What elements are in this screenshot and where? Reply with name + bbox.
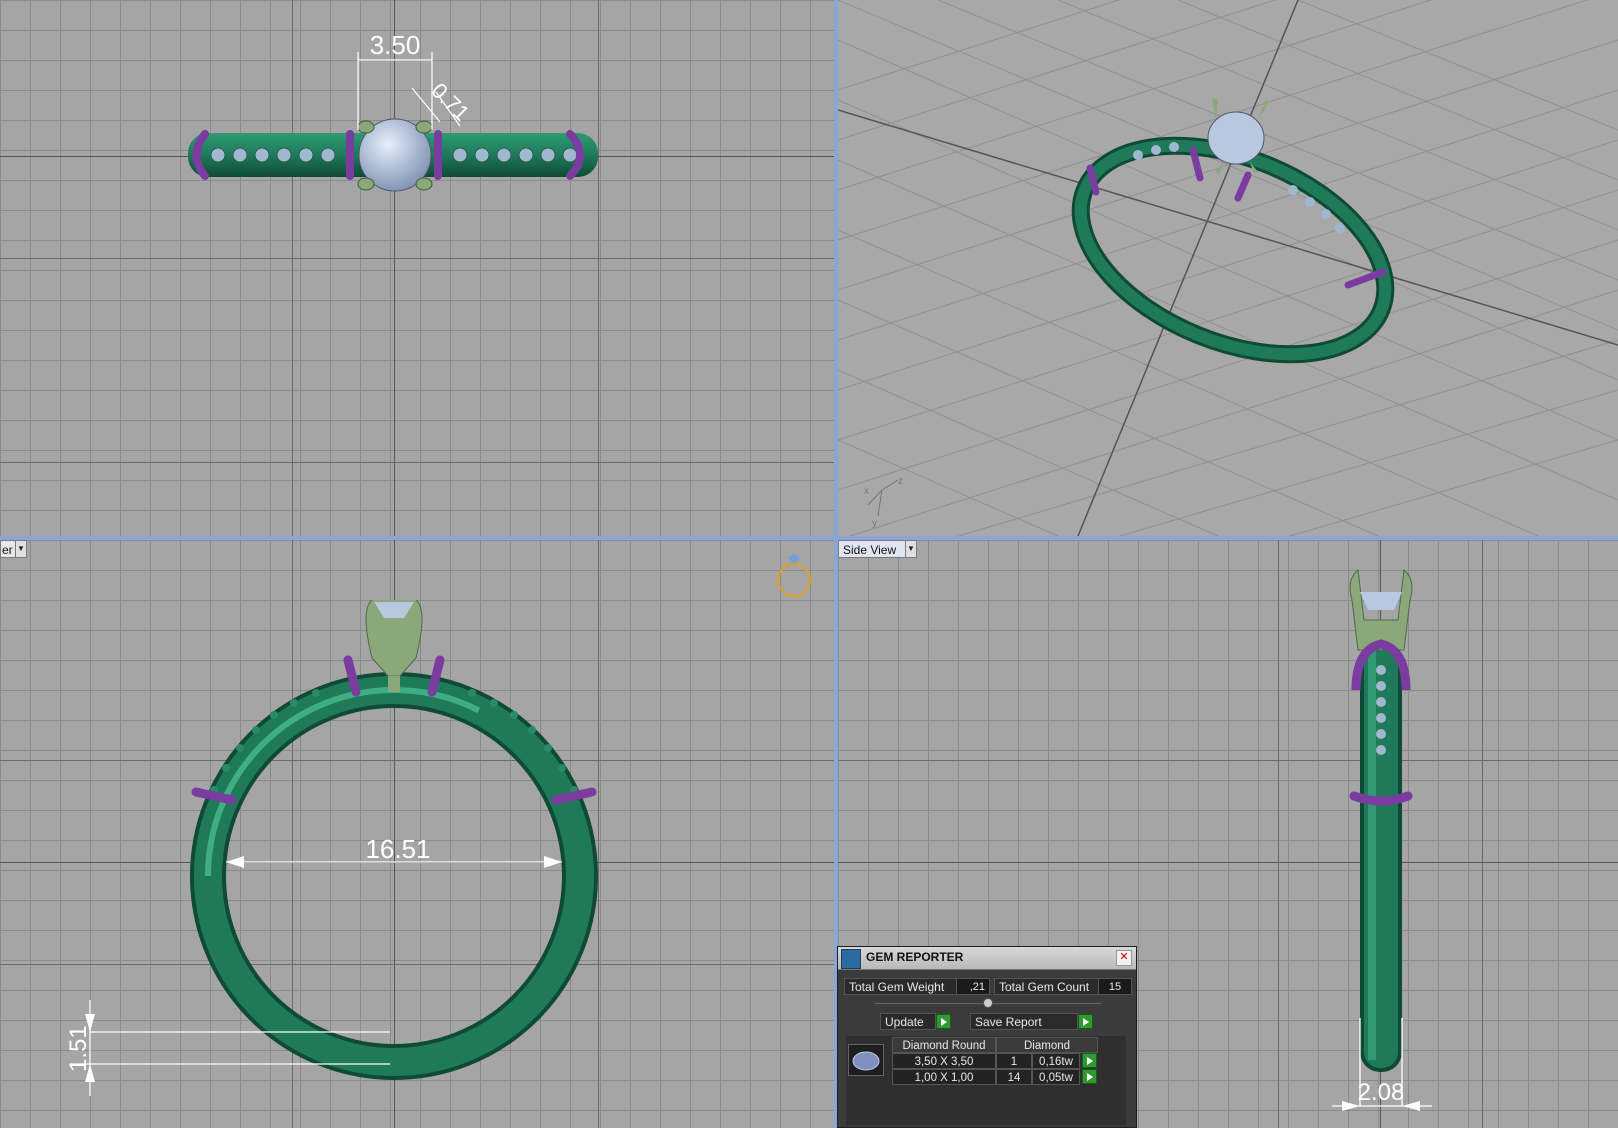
dim-band-thickness-label: 1.51: [65, 1025, 92, 1072]
viewport-front[interactable]: er ▼ 16.51 1.51: [0, 540, 834, 1128]
total-count-label: Total Gem Count: [994, 978, 1100, 995]
gem-reporter-titlebar[interactable]: GEM REPORTER ✕: [838, 947, 1136, 970]
axis-y-label: y: [872, 518, 877, 529]
viewport-top[interactable]: 3.50 0.71: [0, 0, 834, 536]
table-row-count: 1: [996, 1053, 1032, 1069]
save-report-button[interactable]: Save Report: [970, 1013, 1078, 1030]
diamond-round-thumbnail: [848, 1044, 884, 1076]
table-row-size: 3,50 X 3,50: [892, 1053, 996, 1069]
gem-reporter-panel: GEM REPORTER ✕ Total Gem Weight ,21 Tota…: [837, 946, 1137, 1128]
update-button[interactable]: Update: [880, 1013, 936, 1030]
gem-reporter-icon: [841, 949, 861, 969]
save-report-run-icon[interactable]: [1078, 1014, 1093, 1029]
dim-width-label: 3.50: [370, 30, 421, 60]
update-run-icon[interactable]: [936, 1014, 951, 1029]
axis-x-label: x: [864, 486, 869, 497]
dim-inner-diameter-label: 16.51: [365, 834, 430, 864]
axis-z-label: z: [898, 476, 903, 487]
table-row-size: 1,00 X 1,00: [892, 1069, 996, 1085]
ring-front-view: 16.51 1.51: [65, 554, 811, 1096]
row-select-icon[interactable]: [1082, 1053, 1097, 1068]
table-row-weight: 0,16tw: [1032, 1053, 1080, 1069]
total-weight-label: Total Gem Weight: [844, 978, 958, 995]
table-row-weight: 0,05tw: [1032, 1069, 1080, 1085]
viewport-divider-horizontal[interactable]: [0, 536, 1618, 540]
total-weight-value: ,21: [956, 978, 990, 995]
collapse-handle[interactable]: [983, 998, 993, 1008]
table-header-material: Diamond: [996, 1037, 1098, 1053]
dim-prong-label: 0.71: [426, 78, 474, 126]
total-count-value: 15: [1098, 978, 1132, 995]
ring-top-view: 3.50 0.71: [188, 30, 598, 192]
table-header-shape: Diamond Round: [892, 1037, 996, 1053]
viewport-perspective[interactable]: x z y: [838, 0, 1618, 536]
dim-band-width-label: 2.08: [1358, 1079, 1405, 1106]
close-icon[interactable]: ✕: [1116, 950, 1132, 966]
gem-reporter-title: GEM REPORTER: [866, 950, 964, 964]
table-row-count: 14: [996, 1069, 1032, 1085]
gem-table: Diamond Round Diamond 3,50 X 3,50 1 0,16…: [846, 1036, 1126, 1125]
ring-perspective-view: x z y: [838, 0, 1618, 536]
row-select-icon[interactable]: [1082, 1069, 1097, 1084]
